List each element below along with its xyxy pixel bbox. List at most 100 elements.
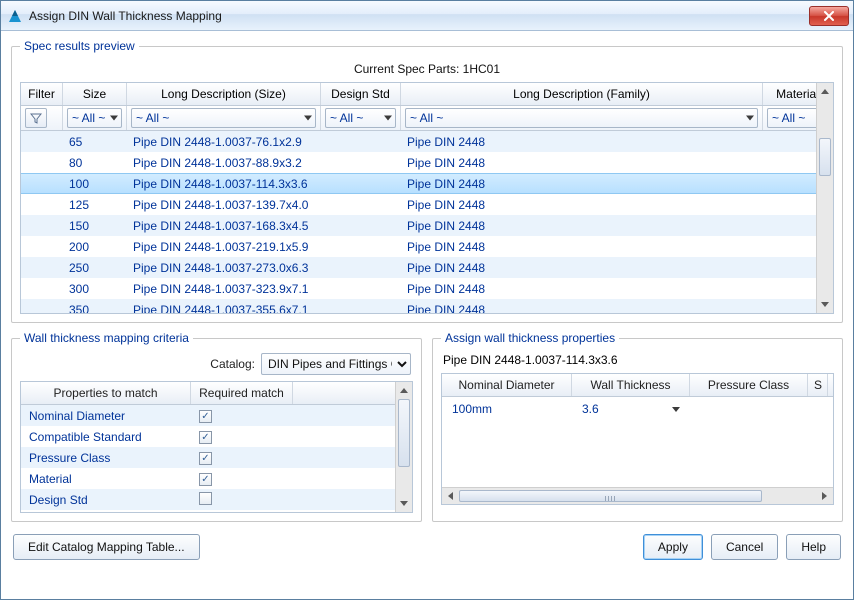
chevron-down-icon bbox=[384, 116, 392, 121]
col-long-desc-family[interactable]: Long Description (Family) bbox=[401, 83, 763, 105]
required-match-checkbox[interactable] bbox=[199, 431, 212, 444]
properties-vscroll[interactable] bbox=[395, 382, 412, 512]
close-icon bbox=[823, 11, 835, 21]
cell-family: Pipe DIN 2448 bbox=[401, 198, 763, 212]
scroll-thumb[interactable] bbox=[459, 490, 762, 502]
cell-size: 65 bbox=[63, 135, 127, 149]
table-row[interactable]: 65Pipe DIN 2448-1.0037-76.1x2.9Pipe DIN … bbox=[21, 131, 833, 152]
table-row[interactable]: 150Pipe DIN 2448-1.0037-168.3x4.5 Pipe DI… bbox=[21, 215, 833, 236]
cell-size: 350 bbox=[63, 303, 127, 314]
scroll-thumb[interactable] bbox=[819, 138, 831, 176]
close-button[interactable] bbox=[809, 6, 849, 26]
spec-grid: Filter Size Long Description (Size) Desi… bbox=[20, 82, 834, 314]
spec-grid-filters: ~ All ~ ~ All ~ ~ All ~ ~ All ~ ~ All ~ bbox=[21, 106, 833, 131]
col-wall-thickness[interactable]: Wall Thickness bbox=[572, 374, 690, 396]
col-nominal-diameter[interactable]: Nominal Diameter bbox=[442, 374, 572, 396]
cell-size: 125 bbox=[63, 198, 127, 212]
col-size[interactable]: Size bbox=[63, 83, 127, 105]
chevron-down-icon bbox=[400, 501, 408, 506]
app-icon bbox=[7, 8, 23, 24]
spec-results-legend: Spec results preview bbox=[20, 39, 139, 53]
chevron-down-icon bbox=[746, 116, 754, 121]
catalog-select[interactable]: DIN Pipes and Fittings C bbox=[261, 353, 411, 375]
help-button[interactable]: Help bbox=[786, 534, 841, 560]
spec-grid-vscroll[interactable] bbox=[816, 83, 833, 313]
table-row[interactable]: 200Pipe DIN 2448-1.0037-219.1x5.9Pipe DI… bbox=[21, 236, 833, 257]
property-row: Compatible Standard bbox=[21, 426, 395, 447]
cell-size: 80 bbox=[63, 156, 127, 170]
assign-legend: Assign wall thickness properties bbox=[441, 331, 619, 345]
col-pressure-class[interactable]: Pressure Class bbox=[690, 374, 808, 396]
chevron-down-icon bbox=[304, 116, 312, 121]
cell-family: Pipe DIN 2448 bbox=[401, 303, 763, 314]
cell-family: Pipe DIN 2448 bbox=[401, 177, 763, 191]
table-row[interactable]: 80Pipe DIN 2448-1.0037-88.9x3.2 Pipe DIN … bbox=[21, 152, 833, 173]
cell-size: 150 bbox=[63, 219, 127, 233]
required-match-checkbox[interactable] bbox=[199, 473, 212, 486]
criteria-legend: Wall thickness mapping criteria bbox=[20, 331, 193, 345]
assign-part-label: Pipe DIN 2448-1.0037-114.3x3.6 bbox=[441, 351, 834, 373]
assign-hscroll[interactable] bbox=[442, 487, 833, 504]
cell-long-desc: Pipe DIN 2448-1.0037-114.3x3.6 bbox=[127, 177, 321, 191]
table-row[interactable]: 350Pipe DIN 2448-1.0037-355.6x7.1 Pipe DI… bbox=[21, 299, 833, 313]
property-name: Nominal Diameter bbox=[21, 409, 191, 423]
filter-long-desc-family[interactable]: ~ All ~ bbox=[405, 108, 758, 128]
cell-long-desc: Pipe DIN 2448-1.0037-88.9x3.2 bbox=[127, 156, 321, 170]
col-properties-to-match[interactable]: Properties to match bbox=[21, 382, 191, 404]
edit-catalog-mapping-button[interactable]: Edit Catalog Mapping Table... bbox=[13, 534, 200, 560]
required-match-checkbox[interactable] bbox=[199, 410, 212, 423]
property-row: Pressure Class bbox=[21, 447, 395, 468]
criteria-group: Wall thickness mapping criteria Catalog:… bbox=[11, 331, 422, 522]
cell-family: Pipe DIN 2448 bbox=[401, 219, 763, 233]
lower-panels: Wall thickness mapping criteria Catalog:… bbox=[11, 331, 843, 522]
apply-button[interactable]: Apply bbox=[643, 534, 703, 560]
col-required-match[interactable]: Required match bbox=[191, 382, 293, 404]
table-row[interactable]: 125Pipe DIN 2448-1.0037-139.7x4.0Pipe DI… bbox=[21, 194, 833, 215]
scroll-up-button[interactable] bbox=[396, 382, 412, 399]
assign-row[interactable]: 100mm 3.6 bbox=[442, 397, 833, 421]
col-filter[interactable]: Filter bbox=[21, 83, 63, 105]
required-match-checkbox[interactable] bbox=[199, 452, 212, 465]
cell-long-desc: Pipe DIN 2448-1.0037-355.6x7.1 bbox=[127, 303, 321, 314]
cell-long-desc: Pipe DIN 2448-1.0037-323.9x7.1 bbox=[127, 282, 321, 296]
chevron-down-icon bbox=[672, 407, 680, 412]
properties-body: Nominal Diameter Compatible Standard Press… bbox=[21, 405, 395, 510]
cell-family: Pipe DIN 2448 bbox=[401, 156, 763, 170]
filter-size[interactable]: ~ All ~ bbox=[67, 108, 122, 128]
table-row[interactable]: 100Pipe DIN 2448-1.0037-114.3x3.6Pipe DI… bbox=[21, 173, 833, 194]
cell-wall-thickness[interactable]: 3.6 bbox=[572, 402, 690, 416]
col-design-std[interactable]: Design Std bbox=[321, 83, 401, 105]
cell-long-desc: Pipe DIN 2448-1.0037-168.3x4.5 bbox=[127, 219, 321, 233]
cell-family: Pipe DIN 2448 bbox=[401, 240, 763, 254]
property-name: Compatible Standard bbox=[21, 430, 191, 444]
cell-size: 300 bbox=[63, 282, 127, 296]
chevron-up-icon bbox=[821, 89, 829, 94]
property-row: Nominal Diameter bbox=[21, 405, 395, 426]
scroll-down-button[interactable] bbox=[396, 495, 412, 512]
scroll-right-button[interactable] bbox=[816, 488, 833, 505]
table-row[interactable]: 300Pipe DIN 2448-1.0037-323.9x7.1Pipe DI… bbox=[21, 278, 833, 299]
window-title: Assign DIN Wall Thickness Mapping bbox=[29, 9, 809, 23]
scroll-thumb[interactable] bbox=[398, 399, 410, 467]
cell-size: 250 bbox=[63, 261, 127, 275]
cancel-button[interactable]: Cancel bbox=[711, 534, 778, 560]
filter-long-desc-size[interactable]: ~ All ~ bbox=[131, 108, 316, 128]
table-row[interactable]: 250Pipe DIN 2448-1.0037-273.0x6.3Pipe DI… bbox=[21, 257, 833, 278]
property-row: Material bbox=[21, 468, 395, 489]
titlebar[interactable]: Assign DIN Wall Thickness Mapping bbox=[1, 1, 853, 31]
spec-grid-body[interactable]: 65Pipe DIN 2448-1.0037-76.1x2.9Pipe DIN … bbox=[21, 131, 833, 313]
cell-size: 200 bbox=[63, 240, 127, 254]
chevron-down-icon bbox=[821, 302, 829, 307]
scroll-down-button[interactable] bbox=[817, 296, 833, 313]
dialog-buttons: Edit Catalog Mapping Table... Apply Canc… bbox=[11, 530, 843, 566]
col-extra[interactable]: S bbox=[808, 374, 828, 396]
filter-funnel-button[interactable] bbox=[25, 108, 47, 128]
required-match-checkbox[interactable] bbox=[199, 492, 212, 505]
assign-grid: Nominal Diameter Wall Thickness Pressure… bbox=[441, 373, 834, 505]
filter-design-std[interactable]: ~ All ~ bbox=[325, 108, 396, 128]
col-long-desc-size[interactable]: Long Description (Size) bbox=[127, 83, 321, 105]
scroll-up-button[interactable] bbox=[817, 83, 833, 100]
catalog-label: Catalog: bbox=[210, 357, 255, 371]
property-name: Material bbox=[21, 472, 191, 486]
scroll-left-button[interactable] bbox=[442, 488, 459, 505]
